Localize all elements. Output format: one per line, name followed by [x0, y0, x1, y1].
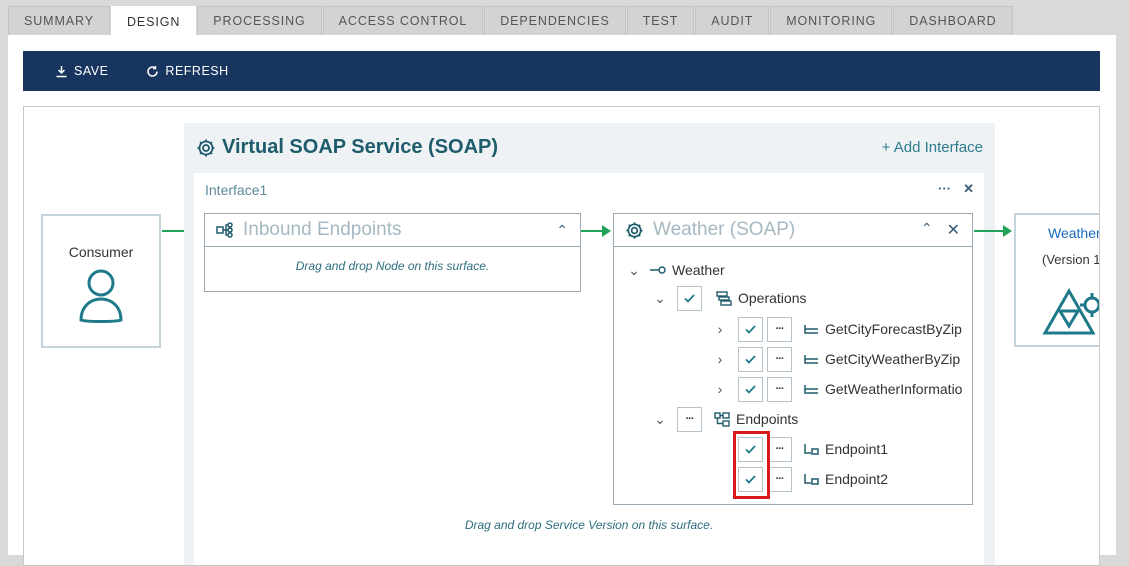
chevron-right-icon[interactable]: ›	[714, 381, 726, 397]
save-label: SAVE	[74, 64, 109, 78]
collapse-icon[interactable]: ⌃	[556, 222, 568, 239]
interface-more-button[interactable]: ···	[938, 181, 951, 197]
checkbox[interactable]	[738, 316, 763, 342]
more-button[interactable]: ···	[767, 466, 792, 492]
tree-op-1: › ··· GetCityForecastByZip	[714, 316, 962, 342]
interface-actions: ··· ✕	[938, 181, 974, 197]
checkbox[interactable]	[677, 285, 702, 311]
tab-design[interactable]: DESIGN	[110, 6, 197, 36]
selection-highlight	[733, 431, 770, 499]
arrow-inbound-weather	[581, 225, 611, 237]
chevron-down-icon[interactable]: ⌄	[654, 411, 666, 428]
operation-icon	[804, 325, 818, 334]
endpoints-icon	[714, 411, 730, 427]
endpoint-icon	[804, 474, 819, 485]
inbound-endpoints-box: Inbound Endpoints ⌃ Drag and drop Node o…	[204, 213, 581, 292]
tree-root: ⌄ Weather	[628, 258, 725, 282]
inbound-title: Inbound Endpoints	[243, 219, 402, 240]
tab-bar: SUMMARY DESIGN PROCESSING ACCESS CONTROL…	[8, 6, 1014, 36]
check-icon	[745, 354, 756, 364]
design-canvas: Consumer Virtual SOAP Service (SOAP) + A…	[23, 106, 1100, 566]
tab-dashboard[interactable]: DASHBOARD	[893, 6, 1013, 35]
weather-header: Weather (SOAP) ⌃ ✕	[614, 214, 972, 247]
weather-soap-box: Weather (SOAP) ⌃ ✕ ⌄ Weather ⌄ Operation…	[613, 213, 973, 505]
tab-processing[interactable]: PROCESSING	[197, 6, 322, 35]
toolbar: SAVE REFRESH	[23, 51, 1100, 91]
endpoint-icon	[804, 444, 819, 455]
more-button[interactable]: ···	[767, 436, 792, 462]
tab-audit[interactable]: AUDIT	[695, 6, 770, 35]
tree-endpoints: ⌄ ··· Endpoints	[654, 406, 798, 432]
tree-op-2: › ··· GetCityWeatherByZip	[714, 346, 960, 372]
refresh-icon	[147, 65, 159, 77]
user-icon	[79, 269, 123, 323]
refresh-label: REFRESH	[165, 64, 229, 78]
more-button[interactable]: ···	[767, 376, 792, 402]
arrow-weather-backend	[974, 225, 1012, 237]
refresh-button[interactable]: REFRESH	[146, 64, 228, 78]
interface-icon	[650, 266, 666, 274]
endpoint-label: Endpoint1	[825, 441, 889, 457]
operation-label: GetCityWeatherByZip	[825, 351, 961, 367]
check-icon	[745, 324, 756, 334]
tab-summary[interactable]: SUMMARY	[8, 6, 110, 35]
chevron-down-icon[interactable]: ⌄	[654, 290, 666, 307]
gear-icon	[626, 221, 643, 239]
tab-access-control[interactable]: ACCESS CONTROL	[322, 6, 484, 35]
interface-name: Interface1	[205, 182, 268, 198]
backend-service-card[interactable]: Weather (Version 1	[1014, 213, 1100, 347]
service-title: Virtual SOAP Service (SOAP)	[196, 136, 498, 159]
chevron-right-icon[interactable]: ›	[714, 321, 726, 337]
consumer-label: Consumer	[68, 244, 134, 260]
chevron-down-icon[interactable]: ⌄	[628, 262, 640, 279]
backend-service-link[interactable]: Weather	[1048, 225, 1099, 241]
more-button[interactable]: ···	[767, 346, 792, 372]
service-drop-note: Drag and drop Service Version on this su…	[464, 518, 714, 532]
service-icon	[1042, 287, 1099, 335]
more-button[interactable]: ···	[677, 406, 702, 432]
tree-op-3: › ··· GetWeatherInformatio	[714, 376, 962, 402]
backend-service-version: (Version 1	[1042, 252, 1100, 267]
add-interface-link[interactable]: + Add Interface	[882, 139, 983, 156]
tab-monitoring[interactable]: MONITORING	[770, 6, 893, 35]
inbound-drop-note: Drag and drop Node on this surface.	[295, 259, 490, 273]
endpoint-label: Endpoint2	[825, 471, 889, 487]
nodes-icon	[216, 222, 233, 238]
checkbox[interactable]	[738, 376, 763, 402]
checkbox[interactable]	[738, 346, 763, 372]
more-button[interactable]: ···	[767, 316, 792, 342]
download-icon	[56, 65, 67, 77]
check-icon	[745, 384, 756, 394]
weather-title: Weather (SOAP)	[653, 219, 796, 240]
design-panel: SAVE REFRESH Consumer Virtual SOAP Servi…	[8, 35, 1116, 566]
tab-test[interactable]: TEST	[626, 6, 695, 35]
tree-root-label: Weather	[672, 262, 725, 278]
tab-dependencies[interactable]: DEPENDENCIES	[484, 6, 626, 35]
service-area: Virtual SOAP Service (SOAP) + Add Interf…	[184, 123, 995, 565]
endpoints-label: Endpoints	[736, 411, 799, 427]
operations-icon	[716, 290, 732, 306]
operations-label: Operations	[738, 290, 807, 306]
operation-icon	[804, 355, 818, 364]
save-button[interactable]: SAVE	[55, 64, 108, 78]
operation-icon	[804, 385, 818, 394]
close-icon[interactable]: ✕	[947, 220, 960, 240]
consumer-card[interactable]: Consumer	[41, 214, 161, 348]
operation-label: GetCityForecastByZip	[825, 321, 962, 337]
gear-icon	[197, 139, 215, 156]
chevron-right-icon[interactable]: ›	[714, 351, 726, 367]
operation-label: GetWeatherInformatio	[825, 381, 963, 397]
tree-operations: ⌄ Operations	[654, 285, 806, 311]
collapse-icon[interactable]: ⌃	[921, 220, 933, 240]
inbound-header: Inbound Endpoints ⌃	[205, 214, 580, 247]
service-title-text: Virtual SOAP Service (SOAP)	[222, 136, 499, 158]
interface-close-button[interactable]: ✕	[963, 181, 974, 197]
check-icon	[684, 293, 695, 303]
